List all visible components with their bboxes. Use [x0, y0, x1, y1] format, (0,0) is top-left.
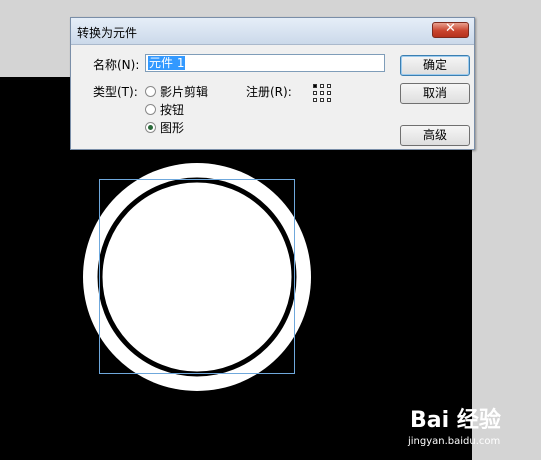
advanced-button[interactable]: 高级 — [400, 125, 470, 146]
reg-point[interactable] — [327, 98, 331, 102]
registration-label: 注册(R): — [246, 85, 292, 99]
registration-grid-icon[interactable] — [313, 84, 331, 102]
selected-circle-shape[interactable] — [97, 177, 297, 377]
convert-to-symbol-dialog: 转换为元件 ✕ 名称(N): 元件 1 类型(T): 影片剪辑 按钮 图形 注册… — [70, 17, 475, 150]
name-input-value: 元件 1 — [148, 56, 186, 70]
radio-movie-clip[interactable]: 影片剪辑 — [145, 83, 208, 100]
radio-indicator — [145, 104, 156, 115]
reg-point[interactable] — [313, 84, 317, 88]
reg-point[interactable] — [320, 98, 324, 102]
close-button[interactable]: ✕ — [432, 21, 469, 38]
radio-label: 图形 — [160, 121, 185, 135]
reg-point[interactable] — [327, 91, 331, 95]
type-label: 类型(T): — [93, 85, 138, 99]
name-label: 名称(N): — [93, 58, 140, 72]
radio-button-type[interactable]: 按钮 — [145, 101, 184, 118]
cancel-button[interactable]: 取消 — [400, 83, 470, 104]
dialog-title: 转换为元件 — [77, 26, 138, 40]
reg-point[interactable] — [313, 98, 317, 102]
reg-point[interactable] — [313, 91, 317, 95]
watermark-logo: Bai 经验 — [410, 408, 501, 433]
radio-label: 影片剪辑 — [160, 85, 209, 99]
name-input[interactable]: 元件 1 — [145, 54, 385, 72]
radio-label: 按钮 — [160, 103, 185, 117]
reg-point[interactable] — [320, 91, 324, 95]
dialog-titlebar[interactable]: 转换为元件 ✕ — [71, 18, 474, 45]
ok-button[interactable]: 确定 — [400, 55, 470, 76]
close-icon: ✕ — [445, 21, 456, 36]
radio-indicator — [145, 86, 156, 97]
reg-point[interactable] — [327, 84, 331, 88]
radio-indicator-selected — [145, 122, 156, 133]
watermark-url: jingyan.baidu.com — [408, 436, 501, 447]
reg-point[interactable] — [320, 84, 324, 88]
radio-graphic[interactable]: 图形 — [145, 119, 184, 136]
